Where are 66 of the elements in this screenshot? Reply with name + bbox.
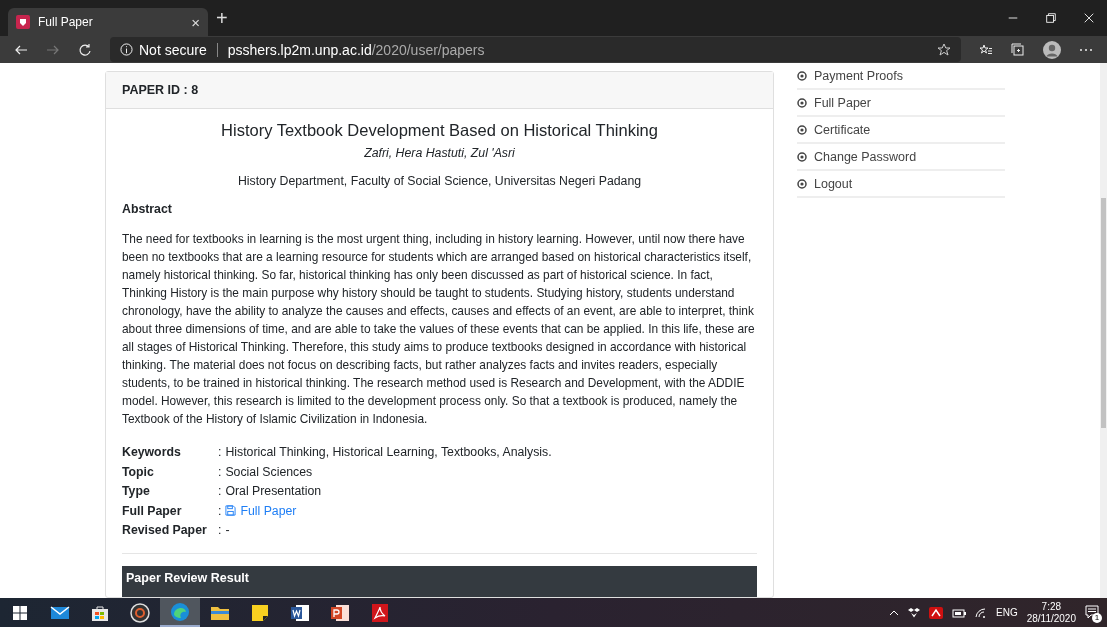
document-icon: [290, 603, 310, 622]
chevron-up-icon[interactable]: [889, 608, 899, 617]
browser-tab[interactable]: Full Paper ×: [8, 8, 208, 36]
sticky-note-icon: [251, 603, 269, 622]
collections-icon[interactable]: [1011, 42, 1025, 57]
sidebar-link[interactable]: Logout: [797, 171, 1005, 198]
detail-label: Revised Paper: [122, 522, 208, 539]
review-result-header: Paper Review Result: [122, 565, 757, 597]
abstract-heading: Abstract: [122, 202, 173, 216]
sidebar-link[interactable]: Payment Proofs: [797, 63, 1005, 90]
detail-value: Historical Thinking, Historical Learning, Textbooks, Analysis.: [225, 444, 552, 461]
abstract-text: The need for textbooks in learning is the most urgent thing, including in history learning. However, until now there have been no textbooks that are a learning resource for students which are arranged based on historical characteristics itself, namely historical thinking. So far, historical thinking has only been discussed as part of historical science. In fact, Thinking History is the main purpose why history should be taught to students. Studying history, students understand chronology, have the ability to analyze the causes and effects, causes and effects of an event, are able to interpret, think about three dimensions of time, and are able to take the values of these events that can be applied. In this life, these are all stages of Historical Thinking. Therefore, this study aims to produce textbooks designed in accordance with historical thinking. The material does not focus on describing facts, but rather analyzes facts and invites readers, especially students, to be trained in historical thinking. The research method used is Research and Development, with the ADDIE model. However, this research is limited to the development process only. So that a textbook is produced, namely the Textbook of the History of Islamic Civilization in Indonesia.: [122, 231, 756, 428]
full-paper-link[interactable]: Full Paper: [225, 502, 297, 519]
pdf-icon: [371, 602, 389, 623]
colon: :: [218, 502, 222, 519]
detail-label: Type: [122, 483, 151, 500]
favorites-icon[interactable]: [979, 42, 993, 57]
battery-icon[interactable]: [952, 607, 966, 618]
colon: :: [218, 463, 222, 480]
paper-affiliation: History Department, Faculty of Social Science, Universitas Negeri Padang: [236, 174, 643, 188]
star-icon[interactable]: [937, 42, 951, 57]
colon: :: [218, 522, 222, 539]
detail-label: Topic: [122, 463, 155, 480]
paper-id-header: PAPER ID : 8: [106, 72, 773, 109]
new-tab-button[interactable]: +: [216, 6, 228, 30]
detail-label: Keywords: [122, 444, 182, 461]
folder-icon: [210, 604, 230, 621]
profile-icon[interactable]: [1043, 40, 1061, 59]
disc-icon: [130, 602, 150, 623]
detail-value: -: [225, 522, 230, 539]
language-indicator[interactable]: ENG: [996, 607, 1018, 618]
windows-icon: [13, 605, 27, 620]
colon: :: [218, 444, 222, 461]
paper-title: History Textbook Development Based on Historical Thinking: [220, 121, 659, 140]
address-bar[interactable]: Not secure psshers.lp2m.unp.ac.id/2020/user/papers: [110, 37, 961, 62]
security-label: Not secure: [139, 41, 207, 58]
paper-authors: Zafri, Hera Hastuti, Zul 'Asri: [363, 146, 516, 160]
tab-close-button[interactable]: ×: [191, 13, 200, 31]
slides-icon: [330, 603, 350, 622]
browser-icon: [170, 601, 190, 622]
shopping-bag-icon: [91, 603, 109, 622]
refresh-icon[interactable]: [78, 42, 92, 57]
url-text: psshers.lp2m.unp.ac.id/2020/user/papers: [227, 41, 485, 58]
message-icon: [1085, 604, 1099, 619]
detail-label: Full Paper: [122, 502, 183, 519]
clock[interactable]: 7:28 28/11/2020: [1026, 600, 1076, 625]
scrollbar[interactable]: [1100, 63, 1107, 598]
sidebar-link[interactable]: Certificate: [797, 117, 1005, 144]
close-icon[interactable]: [1083, 12, 1095, 24]
mail-icon: [50, 604, 70, 621]
box-icon[interactable]: [908, 607, 920, 618]
notification-button[interactable]: 1: [1085, 604, 1099, 621]
sidebar-link[interactable]: Change Password: [797, 144, 1005, 171]
info-icon: [120, 43, 133, 56]
circle-dot-icon: [797, 152, 807, 162]
sidebar-link[interactable]: Full Paper: [797, 90, 1005, 117]
detail-value: Social Sciences: [225, 463, 313, 480]
tab-title: Full Paper: [38, 15, 94, 29]
circle-dot-icon: [797, 71, 807, 81]
detail-value: Oral Presentation: [225, 483, 322, 500]
wifi-icon[interactable]: [975, 607, 987, 618]
circle-dot-icon: [797, 98, 807, 108]
colon: :: [218, 483, 222, 500]
circle-dot-icon: [797, 179, 807, 189]
circle-dot-icon: [797, 125, 807, 135]
restore-icon[interactable]: [1045, 12, 1057, 24]
